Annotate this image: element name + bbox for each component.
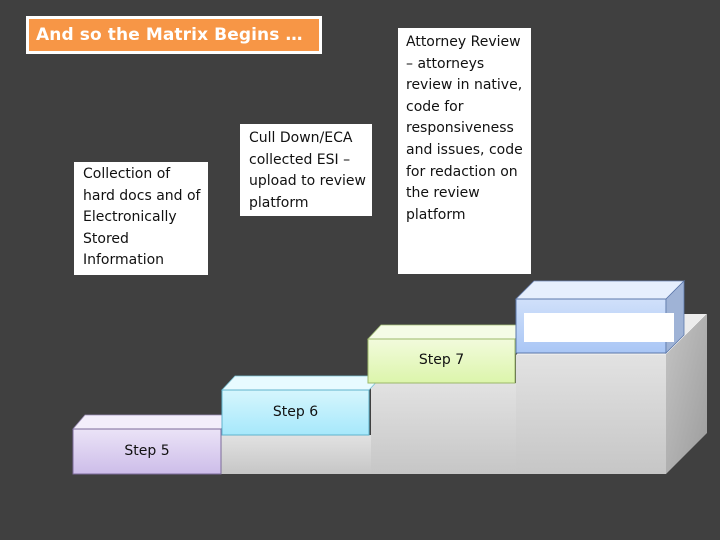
pillar-step7 [371,383,516,474]
step5-label: Step 5 [124,443,170,459]
pillar-step6 [221,435,371,474]
step7-label: Step 7 [418,352,465,368]
staircase-diagram [72,280,707,475]
step8-label-box [524,313,674,342]
step6-label: Step 6 [272,404,319,420]
